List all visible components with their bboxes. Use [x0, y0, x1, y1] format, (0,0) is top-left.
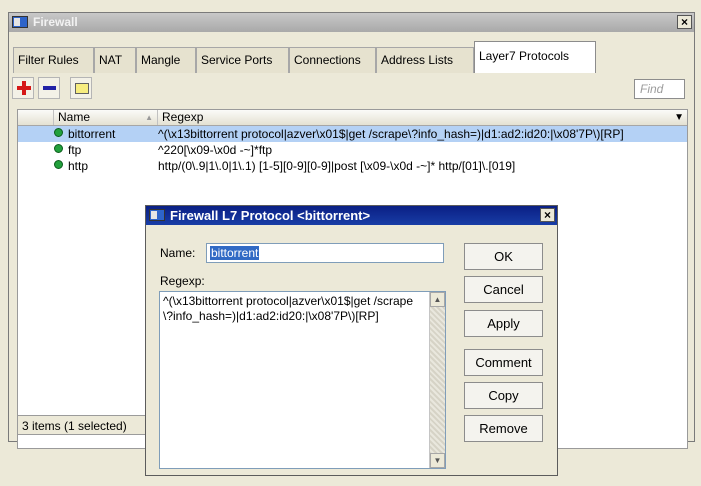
- column-header-regexp[interactable]: Regexp ▼: [158, 110, 689, 125]
- row-name: ftp: [68, 143, 82, 157]
- row-name: bittorrent: [68, 127, 116, 141]
- cell-name: bittorrent: [54, 126, 154, 142]
- dialog-close-button[interactable]: ×: [540, 208, 555, 222]
- dialog-title: Firewall L7 Protocol <bittorrent>: [170, 208, 371, 223]
- add-button[interactable]: [12, 77, 34, 99]
- name-field-value: bittorrent: [210, 246, 260, 260]
- regexp-textarea-value: ^(\x13bittorrent protocol|azver\x01$|get…: [163, 294, 413, 323]
- tab-service-ports[interactable]: Service Ports: [196, 47, 289, 73]
- column-menu-arrow-icon[interactable]: ▼: [674, 110, 684, 125]
- cell-name: http: [54, 158, 154, 174]
- table-row[interactable]: ftp ^220[\x09-\x0d -~]*ftp: [18, 142, 687, 158]
- name-label: Name:: [160, 246, 196, 260]
- regexp-textarea[interactable]: ^(\x13bittorrent protocol|azver\x01$|get…: [159, 291, 446, 469]
- find-input[interactable]: Find: [634, 79, 685, 99]
- enabled-status-dot-icon: [54, 128, 63, 137]
- remove-button[interactable]: [38, 77, 60, 99]
- row-regexp: ^(\x13bittorrent protocol|azver\x01$|get…: [158, 127, 624, 141]
- row-regexp: http/(0\.9|1\.0|1\.1) [1-5][0-9][0-9]|po…: [158, 159, 516, 173]
- header-spacer: [18, 110, 54, 125]
- window-icon: [12, 16, 28, 28]
- dialog-window-icon: [149, 209, 165, 221]
- scroll-down-button[interactable]: ▼: [430, 453, 445, 468]
- tab-filter-rules[interactable]: Filter Rules: [13, 47, 94, 73]
- remove-button[interactable]: Remove: [464, 415, 543, 442]
- enabled-status-dot-icon: [54, 144, 63, 153]
- toolbar: Find: [9, 75, 694, 103]
- scroll-up-button[interactable]: ▲: [430, 292, 445, 307]
- tab-nat[interactable]: NAT: [94, 47, 136, 73]
- dialog-titlebar[interactable]: Firewall L7 Protocol <bittorrent> ×: [146, 206, 557, 225]
- status-bar: 3 items (1 selected): [17, 415, 147, 435]
- row-name: http: [68, 159, 89, 173]
- column-header-name[interactable]: Name ▲: [54, 110, 158, 125]
- comment-button[interactable]: Comment: [464, 349, 543, 376]
- window-close-button[interactable]: ×: [677, 15, 692, 29]
- cancel-button[interactable]: Cancel: [464, 276, 543, 303]
- row-regexp: ^220[\x09-\x0d -~]*ftp: [158, 143, 273, 157]
- window-title: Firewall: [33, 15, 78, 29]
- tab-mangle[interactable]: Mangle: [136, 47, 196, 73]
- column-header-name-label: Name: [58, 110, 91, 124]
- column-header-regexp-label: Regexp: [162, 110, 204, 124]
- tab-connections[interactable]: Connections: [289, 47, 376, 73]
- apply-button[interactable]: Apply: [464, 310, 543, 337]
- window-titlebar[interactable]: Firewall ×: [9, 13, 694, 32]
- cell-name: ftp: [54, 142, 154, 158]
- tab-address-lists[interactable]: Address Lists: [376, 47, 474, 73]
- sort-ascending-icon: ▲: [145, 113, 153, 122]
- regexp-scrollbar[interactable]: ▲ ▼: [429, 292, 445, 468]
- comment-button[interactable]: [70, 77, 92, 99]
- copy-button[interactable]: Copy: [464, 382, 543, 409]
- table-row[interactable]: bittorrent ^(\x13bittorrent protocol|azv…: [18, 126, 687, 142]
- l7-protocol-dialog: Firewall L7 Protocol <bittorrent> × Name…: [145, 205, 558, 476]
- table-header: Name ▲ Regexp ▼: [18, 110, 687, 126]
- enabled-status-dot-icon: [54, 160, 63, 169]
- ok-button[interactable]: OK: [464, 243, 543, 270]
- regexp-label: Regexp:: [160, 274, 205, 288]
- tab-layer7-protocols[interactable]: Layer7 Protocols: [474, 41, 596, 73]
- table-row[interactable]: http http/(0\.9|1\.0|1\.1) [1-5][0-9][0-…: [18, 158, 687, 174]
- name-field[interactable]: bittorrent: [206, 243, 444, 263]
